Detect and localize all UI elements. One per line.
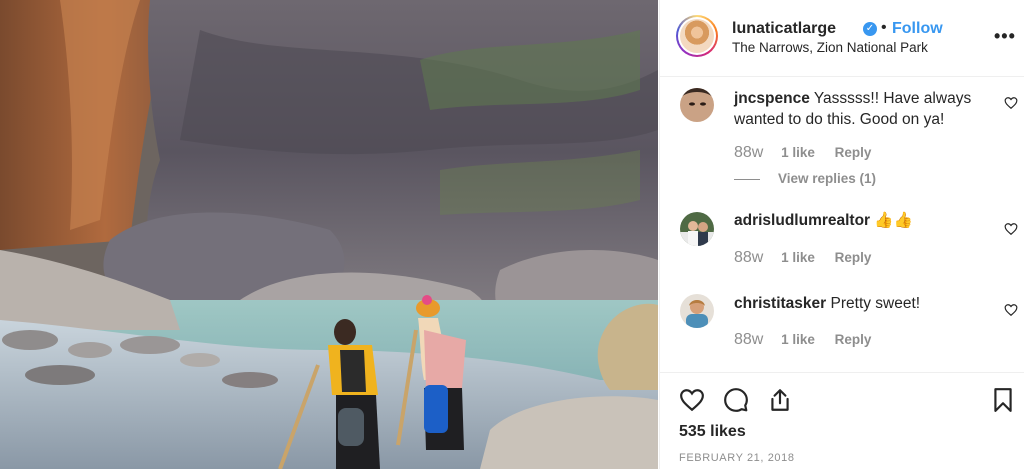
canyon-hikers-photo bbox=[0, 0, 658, 469]
post-location[interactable]: The Narrows, Zion National Park bbox=[732, 40, 928, 55]
comment-icon[interactable] bbox=[723, 387, 749, 413]
verified-badge-icon: ✓ bbox=[863, 22, 877, 36]
commenter-avatar[interactable] bbox=[680, 294, 714, 328]
more-options-icon[interactable]: ••• bbox=[994, 26, 1016, 47]
reply-button[interactable]: Reply bbox=[835, 145, 872, 160]
comment-time[interactable]: 88w bbox=[734, 249, 763, 266]
follow-button[interactable]: Follow bbox=[892, 20, 943, 38]
post-header: lunaticatlarge ✓ • Follow The Narrows, Z… bbox=[660, 0, 1024, 77]
post-likes-count[interactable]: 535 likes bbox=[679, 423, 746, 441]
reply-button[interactable]: Reply bbox=[835, 332, 872, 347]
comment-meta: 88w 1 like Reply bbox=[734, 249, 887, 267]
comment-likes[interactable]: 1 like bbox=[781, 332, 815, 347]
view-replies-label: View replies (1) bbox=[778, 171, 877, 186]
post-side-panel: lunaticatlarge ✓ • Follow The Narrows, Z… bbox=[659, 0, 1024, 469]
reply-button[interactable]: Reply bbox=[835, 250, 872, 265]
separator-dot: • bbox=[881, 19, 887, 36]
post-actions: 535 likes FEBRUARY 21, 2018 bbox=[660, 372, 1024, 470]
author-avatar-image bbox=[680, 19, 714, 53]
heart-icon[interactable] bbox=[679, 387, 705, 413]
comment-meta: 88w 1 like Reply bbox=[734, 144, 887, 162]
comment-time[interactable]: 88w bbox=[734, 144, 763, 161]
comment-likes[interactable]: 1 like bbox=[781, 145, 815, 160]
commenter-avatar[interactable] bbox=[680, 212, 714, 246]
view-replies-line bbox=[734, 178, 760, 180]
heart-icon[interactable] bbox=[1004, 96, 1018, 110]
comment-time[interactable]: 88w bbox=[734, 331, 763, 348]
comment-body: Pretty sweet! bbox=[830, 295, 921, 312]
author-avatar[interactable] bbox=[676, 15, 718, 57]
post-photo[interactable] bbox=[0, 0, 658, 469]
heart-icon[interactable] bbox=[1004, 303, 1018, 317]
commenter-avatar[interactable] bbox=[680, 88, 714, 122]
comment-meta: 88w 1 like Reply bbox=[734, 331, 887, 349]
comment-likes[interactable]: 1 like bbox=[781, 250, 815, 265]
view-replies-button[interactable]: View replies (1) bbox=[734, 171, 876, 186]
commenter-username[interactable]: jncspence bbox=[734, 90, 810, 107]
comment-text: adrisludlumrealtor 👍👍 bbox=[734, 210, 984, 231]
comment-body: 👍👍 bbox=[874, 212, 914, 229]
heart-icon[interactable] bbox=[1004, 222, 1018, 236]
bookmark-icon[interactable] bbox=[990, 387, 1016, 413]
comment-text: jncspence Yasssss!! Have always wanted t… bbox=[734, 88, 984, 130]
commenter-username[interactable]: christitasker bbox=[734, 295, 826, 312]
comment-text: christitasker Pretty sweet! bbox=[734, 293, 984, 314]
author-username[interactable]: lunaticatlarge bbox=[732, 20, 836, 38]
share-icon[interactable] bbox=[767, 387, 793, 413]
post-date[interactable]: FEBRUARY 21, 2018 bbox=[679, 452, 795, 464]
commenter-username[interactable]: adrisludlumrealtor bbox=[734, 212, 870, 229]
